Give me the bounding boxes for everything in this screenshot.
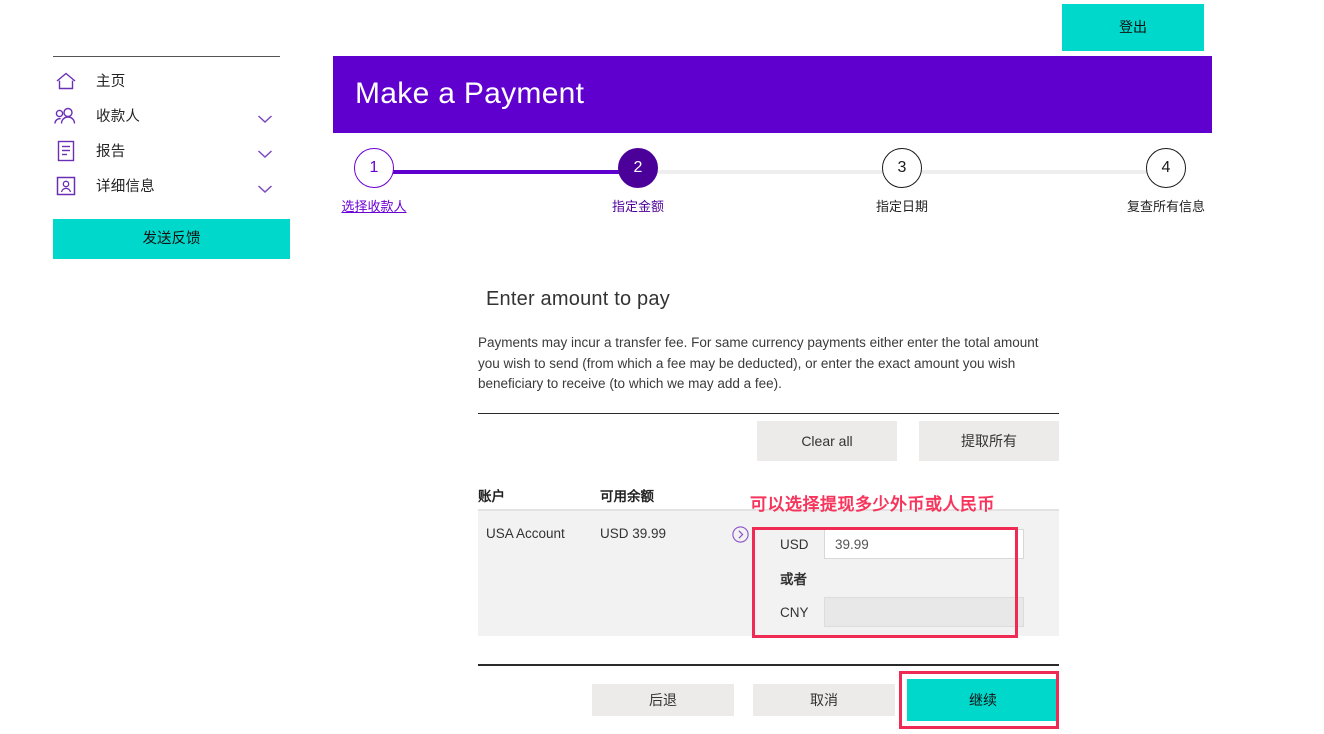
people-icon — [53, 103, 79, 129]
stepper-circle[interactable]: 4 — [1146, 148, 1186, 188]
amount-entry-group: USD 或者 CNY — [758, 511, 1059, 636]
stepper-circle[interactable]: 2 — [618, 148, 658, 188]
cancel-button[interactable]: 取消 — [753, 684, 895, 716]
stepper-label[interactable]: 选择收款人 — [314, 199, 434, 214]
usd-amount-input[interactable] — [824, 529, 1024, 559]
form-action-buttons: Clear all 提取所有 — [478, 421, 1059, 461]
stepper-label: 指定日期 — [875, 199, 928, 214]
payment-amount-form: Enter amount to pay Payments may incur a… — [478, 288, 1059, 636]
cell-account-name: USA Account — [486, 526, 565, 541]
primary-currency-label: USD — [780, 536, 809, 552]
secondary-amount-line: CNY — [780, 597, 1059, 627]
page-banner: Make a Payment — [333, 56, 1212, 133]
sidebar-item-label: 详细信息 — [96, 179, 155, 195]
logout-button[interactable]: 登出 — [1062, 4, 1204, 51]
form-description: Payments may incur a transfer fee. For s… — [478, 335, 1039, 391]
stepper-circle[interactable]: 1 — [354, 148, 394, 188]
cell-available-balance: USD 39.99 — [600, 526, 667, 541]
stepper-step-4[interactable]: 4 复查所有信息 — [1106, 148, 1226, 214]
table-row: USA Account USD 39.99 USD 或者 CNY — [478, 511, 1059, 636]
sidebar-item-payees[interactable]: 收款人 — [53, 98, 280, 133]
form-divider-top — [478, 412, 1059, 414]
form-heading: Enter amount to pay — [486, 288, 670, 310]
back-button[interactable]: 后退 — [592, 684, 734, 716]
clear-all-button[interactable]: Clear all — [757, 421, 897, 461]
stepper-step-1[interactable]: 1 选择收款人 — [314, 148, 434, 214]
primary-amount-line: USD — [780, 529, 1059, 559]
sidebar-item-details[interactable]: 详细信息 — [53, 168, 280, 203]
chevron-right-circle-icon[interactable] — [722, 511, 758, 636]
sidebar-item-label: 主页 — [96, 74, 126, 90]
footer-buttons: 后退 取消 继续 — [478, 679, 1059, 721]
cny-amount-input[interactable] — [824, 597, 1024, 627]
column-header-balance: 可用余额 — [600, 489, 654, 504]
sidebar-item-label: 报告 — [96, 144, 126, 160]
continue-button[interactable]: 继续 — [907, 679, 1059, 721]
sidebar: 主页 收款人 报告 详细信息 发送反馈 — [53, 56, 290, 259]
column-header-account: 账户 — [478, 489, 505, 504]
secondary-currency-label: CNY — [780, 604, 809, 620]
chevron-down-icon[interactable] — [257, 181, 273, 193]
send-feedback-button[interactable]: 发送反馈 — [53, 219, 290, 259]
id-card-icon — [53, 173, 79, 199]
chevron-down-icon[interactable] — [257, 146, 273, 158]
sidebar-top-divider — [53, 56, 280, 57]
stepper-step-2[interactable]: 2 指定金额 — [578, 148, 698, 214]
withdraw-all-button[interactable]: 提取所有 — [919, 421, 1059, 461]
or-label: 或者 — [780, 572, 807, 587]
sidebar-item-reports[interactable]: 报告 — [53, 133, 280, 168]
stepper-circle[interactable]: 3 — [882, 148, 922, 188]
document-icon — [53, 138, 79, 164]
footer-divider — [478, 664, 1059, 666]
sidebar-item-home[interactable]: 主页 — [53, 63, 280, 98]
annotation-label: 可以选择提现多少外币或人民币 — [750, 495, 995, 514]
chevron-down-icon[interactable] — [257, 111, 273, 123]
sidebar-item-label: 收款人 — [96, 109, 141, 125]
stepper-label: 指定金额 — [611, 199, 664, 214]
progress-stepper: 1 选择收款人 2 指定金额 3 指定日期 4 复查所有信息 — [333, 148, 1212, 223]
stepper-label: 复查所有信息 — [1126, 199, 1205, 214]
stepper-step-3[interactable]: 3 指定日期 — [842, 148, 962, 214]
home-icon — [53, 68, 79, 94]
page-title: Make a Payment — [355, 77, 585, 110]
